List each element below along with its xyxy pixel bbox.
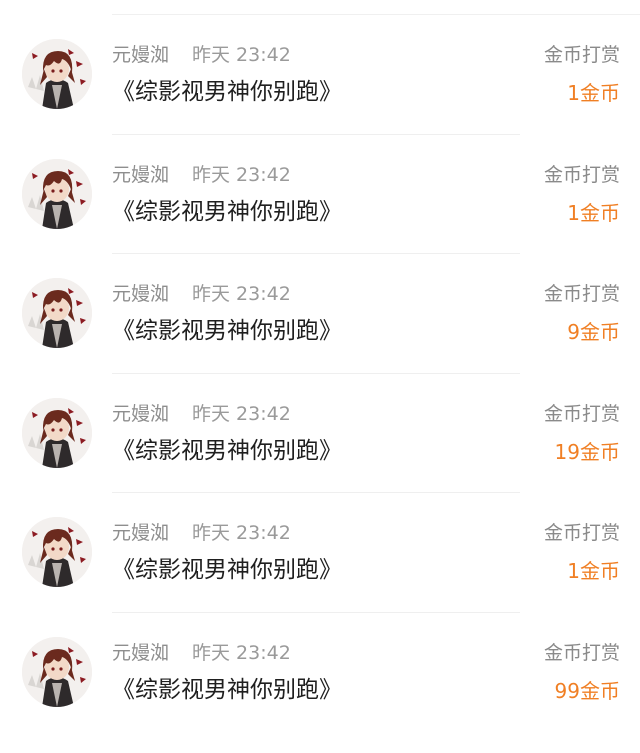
avatar[interactable] bbox=[22, 278, 92, 349]
reward-amount: 1金币 bbox=[567, 200, 620, 225]
user-name[interactable]: 元嫚洳 bbox=[112, 519, 169, 547]
list-item[interactable]: 元嫚洳 昨天 23:42 《综影视男神你别跑》 金币打赏 1金币 bbox=[0, 135, 640, 255]
avatar[interactable] bbox=[22, 39, 92, 109]
timestamp: 昨天 23:42 bbox=[192, 44, 291, 66]
user-name[interactable]: 元嫚洳 bbox=[112, 639, 169, 667]
timestamp: 昨天 23:42 bbox=[192, 163, 291, 186]
reward-amount: 19金币 bbox=[554, 439, 620, 464]
user-name[interactable]: 元嫚洳 bbox=[112, 41, 169, 69]
avatar[interactable] bbox=[22, 517, 92, 588]
reward-type-label: 金币打赏 bbox=[543, 283, 620, 306]
reward-amount: 9金币 bbox=[567, 320, 620, 345]
list-item[interactable]: 元嫚洳 昨天 23:42 《综影视男神你别跑》 金币打赏 9金币 bbox=[0, 254, 640, 374]
reward-type-label: 金币打赏 bbox=[543, 522, 620, 545]
avatar[interactable] bbox=[22, 636, 92, 707]
anime-character-avatar-icon bbox=[22, 517, 92, 588]
avatar[interactable] bbox=[22, 158, 92, 229]
book-title[interactable]: 《综影视男神你别跑》 bbox=[112, 315, 342, 347]
user-name[interactable]: 元嫚洳 bbox=[112, 161, 169, 189]
reward-amount: 1金币 bbox=[567, 81, 620, 105]
book-title[interactable]: 《综影视男神你别跑》 bbox=[112, 435, 342, 467]
book-title[interactable]: 《综影视男神你别跑》 bbox=[112, 196, 342, 228]
reward-type-label: 金币打赏 bbox=[543, 44, 620, 66]
list-item[interactable]: 元嫚洳 昨天 23:42 《综影视男神你别跑》 金币打赏 19金币 bbox=[0, 374, 640, 494]
anime-character-avatar-icon bbox=[22, 397, 92, 468]
list-item[interactable]: 元嫚洳 昨天 23:42 《综影视男神你别跑》 金币打赏 1金币 bbox=[0, 15, 640, 135]
timestamp: 昨天 23:42 bbox=[192, 641, 291, 664]
user-name[interactable]: 元嫚洳 bbox=[112, 400, 169, 428]
reward-amount: 1金币 bbox=[567, 559, 620, 584]
book-title[interactable]: 《综影视男神你别跑》 bbox=[112, 76, 342, 108]
anime-character-avatar-icon bbox=[22, 278, 92, 349]
reward-type-label: 金币打赏 bbox=[543, 163, 620, 186]
reward-list: 元嫚洳 昨天 23:42 《综影视男神你别跑》 金币打赏 1金币 元嫚洳 昨天 … bbox=[0, 15, 640, 733]
timestamp: 昨天 23:42 bbox=[192, 402, 291, 425]
book-title[interactable]: 《综影视男神你别跑》 bbox=[112, 554, 342, 586]
anime-character-avatar-icon bbox=[22, 158, 92, 229]
reward-amount: 99金币 bbox=[554, 678, 620, 703]
book-title[interactable]: 《综影视男神你别跑》 bbox=[112, 674, 342, 706]
timestamp: 昨天 23:42 bbox=[192, 522, 291, 545]
anime-character-avatar-icon bbox=[22, 39, 92, 109]
list-item[interactable]: 元嫚洳 昨天 23:42 《综影视男神你别跑》 金币打赏 1金币 bbox=[0, 493, 640, 613]
user-name[interactable]: 元嫚洳 bbox=[112, 280, 169, 308]
reward-type-label: 金币打赏 bbox=[543, 402, 620, 425]
list-item[interactable]: 元嫚洳 昨天 23:42 《综影视男神你别跑》 金币打赏 99金币 bbox=[0, 613, 640, 733]
reward-type-label: 金币打赏 bbox=[543, 641, 620, 664]
anime-character-avatar-icon bbox=[22, 636, 92, 707]
avatar[interactable] bbox=[22, 397, 92, 468]
timestamp: 昨天 23:42 bbox=[192, 283, 291, 306]
